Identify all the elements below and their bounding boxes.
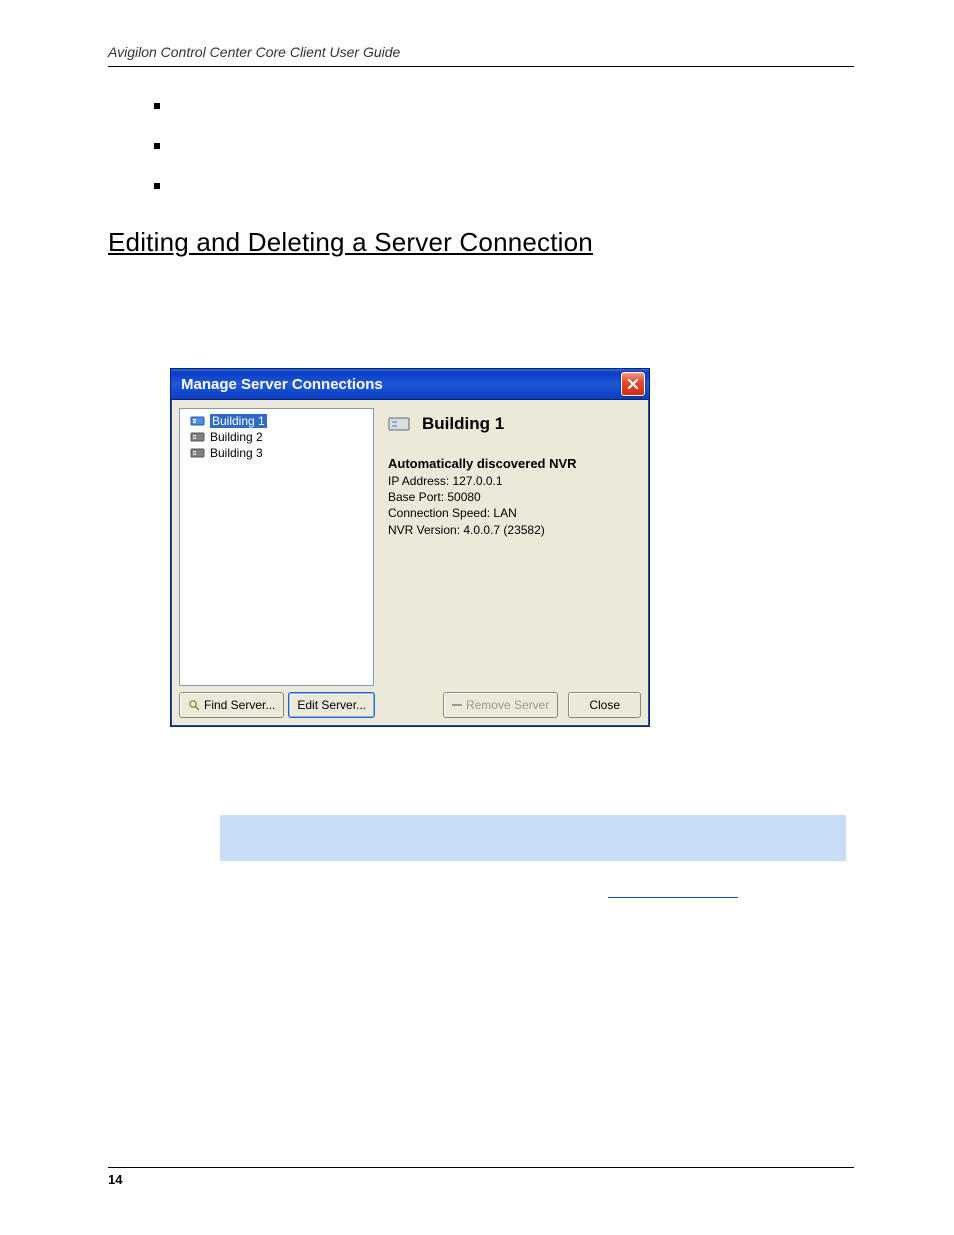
close-button[interactable]: Close (568, 692, 641, 718)
close-icon[interactable] (621, 372, 645, 396)
section-heading: Editing and Deleting a Server Connection (108, 227, 854, 258)
dialog-title: Manage Server Connections (181, 376, 383, 393)
detail-subheading: Automatically discovered NVR (388, 456, 637, 471)
server-icon (190, 414, 206, 428)
dialog-titlebar[interactable]: Manage Server Connections (171, 369, 649, 400)
manage-server-connections-dialog: Manage Server Connections Building 1 (170, 368, 650, 727)
detail-version: NVR Version: 4.0.0.7 (23582) (388, 522, 637, 538)
find-server-button[interactable]: Find Server... (179, 692, 284, 718)
dialog-button-row: Find Server... Edit Server... Remove Ser… (171, 688, 649, 726)
button-label: Edit Server... (297, 698, 366, 712)
button-label: Find Server... (204, 698, 275, 712)
edit-server-button[interactable]: Edit Server... (288, 692, 375, 718)
bullet-item (154, 103, 160, 109)
detail-speed: Connection Speed: LAN (388, 505, 637, 521)
hyperlink-placeholder[interactable] (608, 885, 738, 898)
search-icon (188, 699, 200, 711)
detail-ip: IP Address: 127.0.0.1 (388, 473, 637, 489)
detail-port: Base Port: 50080 (388, 489, 637, 505)
server-icon (190, 430, 206, 444)
server-name: Building 3 (210, 446, 263, 460)
server-row[interactable]: Building 3 (180, 445, 373, 461)
page-number: 14 (108, 1172, 122, 1187)
bullet-list (154, 103, 854, 189)
minus-icon (452, 704, 462, 706)
detail-server-name: Building 1 (422, 414, 504, 434)
remove-server-button[interactable]: Remove Server (443, 692, 558, 718)
running-header: Avigilon Control Center Core Client User… (108, 44, 854, 67)
button-label: Remove Server (466, 698, 549, 712)
page-footer: 14 (108, 1167, 854, 1187)
server-row[interactable]: Building 1 (180, 413, 373, 429)
server-row[interactable]: Building 2 (180, 429, 373, 445)
server-detail-pane: Building 1 Automatically discovered NVR … (374, 400, 649, 688)
server-name: Building 2 (210, 430, 263, 444)
server-name: Building 1 (210, 414, 267, 428)
highlight-block (220, 815, 846, 861)
bullet-item (154, 143, 160, 149)
button-label: Close (589, 698, 620, 712)
server-icon (388, 415, 412, 433)
bullet-item (154, 183, 160, 189)
server-list[interactable]: Building 1 Building 2 Building 3 (179, 408, 374, 686)
server-icon (190, 446, 206, 460)
